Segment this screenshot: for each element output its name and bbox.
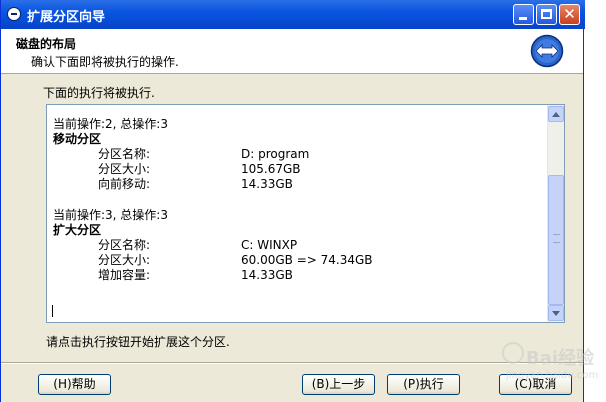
header-subtitle: 确认下面即将被执行的操作. (31, 55, 179, 69)
detail-row: 向前移动: 14.33GB (53, 177, 373, 192)
back-button[interactable]: (B)上一步 (302, 374, 375, 395)
scroll-up-button[interactable] (548, 106, 564, 122)
maximize-button[interactable] (536, 4, 557, 25)
detail-row: 分区名称: D: program (53, 147, 373, 162)
detail-value: 14.33GB (241, 268, 293, 282)
detail-key: 分区名称: (98, 238, 151, 252)
detail-value: D: program (241, 147, 310, 161)
operation-progress: 当前操作:3, 总操作:3 (53, 208, 168, 222)
detail-value: C: WINXP (241, 238, 298, 252)
execute-button[interactable]: (P)执行 (387, 374, 460, 395)
description-text: 下面的执行将被执行. (43, 86, 155, 100)
hint-text: 请点击执行按钮开始扩展这个分区. (46, 335, 230, 349)
detail-row: 分区大小: 60.00GB => 74.34GB (53, 253, 373, 268)
close-button[interactable]: ✕ (559, 4, 580, 25)
watermark-brand: Bai经验 (526, 348, 595, 369)
paw-logo-icon (502, 342, 524, 364)
wizard-header: 磁盘的布局 确认下面即将被执行的操作. (1, 29, 583, 74)
down-arrow-icon (552, 311, 560, 316)
window-title: 扩展分区向导 (27, 10, 106, 25)
scroll-thumb[interactable] (548, 175, 564, 305)
detail-row: 增加容量: 14.33GB (53, 268, 373, 283)
operations-textarea[interactable]: 当前操作:2, 总操作:3 移动分区 分区名称: D: program 分区大小:… (46, 104, 565, 323)
up-arrow-icon (552, 112, 560, 117)
scroll-down-button[interactable] (548, 305, 564, 321)
detail-key: 分区名称: (98, 147, 151, 161)
detail-key: 分区大小: (98, 253, 151, 267)
operation-name: 移动分区 (53, 132, 102, 146)
detail-key: 增加容量: (98, 268, 151, 282)
header-title: 磁盘的布局 (16, 37, 77, 51)
detail-value: 105.67GB (241, 162, 301, 176)
close-icon: ✕ (563, 5, 576, 23)
detail-key: 分区大小: (98, 162, 151, 176)
minimize-button[interactable] (513, 4, 534, 25)
operations-content: 当前操作:2, 总操作:3 移动分区 分区名称: D: program 分区大小:… (53, 117, 373, 283)
detail-key: 向前移动: (98, 177, 151, 191)
text-caret (52, 305, 53, 317)
operation-progress: 当前操作:2, 总操作:3 (53, 117, 168, 131)
title-bar[interactable]: 扩展分区向导 ✕ (1, 0, 585, 29)
operation-name: 扩大分区 (53, 223, 102, 237)
minimize-icon (519, 17, 527, 20)
detail-row: 分区名称: C: WINXP (53, 238, 373, 253)
watermark-url: jingyan.baidu.com (506, 370, 599, 381)
watermark: Bai经验 jingyan.baidu.com (460, 340, 600, 390)
vertical-scrollbar[interactable] (547, 105, 564, 322)
app-icon (7, 7, 21, 21)
expand-arrows-icon (530, 34, 564, 68)
detail-row: 分区大小: 105.67GB (53, 162, 373, 177)
detail-value: 14.33GB (241, 177, 293, 191)
grip-icon (553, 234, 560, 243)
help-button[interactable]: (H)帮助 (38, 374, 111, 395)
maximize-icon (541, 9, 552, 19)
detail-value: 60.00GB => 74.34GB (241, 253, 373, 267)
